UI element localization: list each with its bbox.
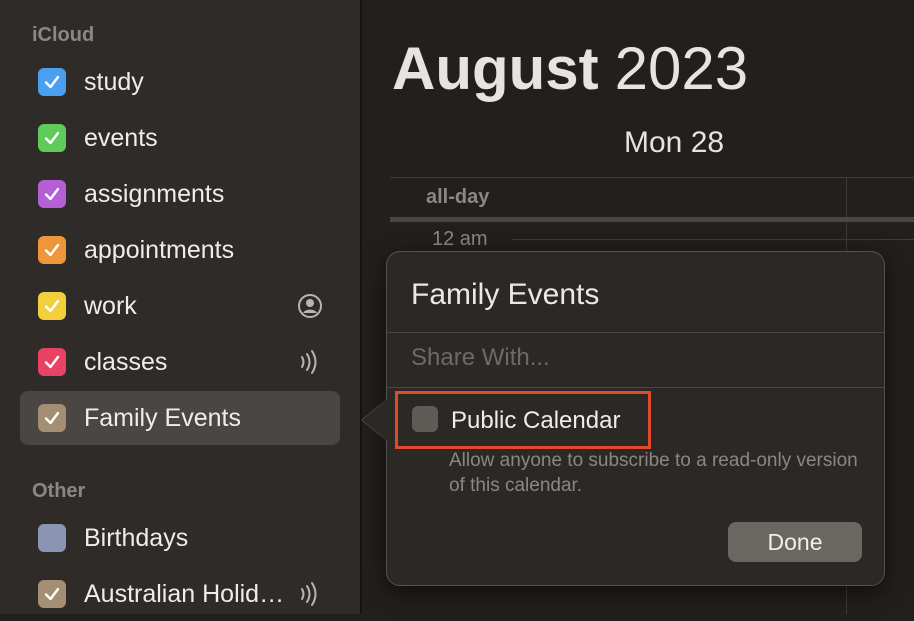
- sidebar-item-work[interactable]: work: [20, 279, 340, 333]
- broadcast-icon[interactable]: [296, 348, 324, 376]
- sidebar-item-events[interactable]: events: [20, 111, 340, 165]
- checkmark-icon: [44, 75, 60, 89]
- checkbox-birthdays[interactable]: [38, 524, 66, 552]
- public-calendar-description: Allow anyone to subscribe to a read-only…: [449, 450, 858, 496]
- checkmark-icon: [44, 411, 60, 425]
- checkbox-australian-holidays[interactable]: [38, 580, 66, 608]
- popover-arrow: [362, 400, 387, 440]
- allday-label: all-day: [426, 186, 490, 208]
- share-with-input[interactable]: [411, 344, 851, 372]
- sidebar-item-label: study: [84, 67, 144, 96]
- checkbox-study[interactable]: [38, 68, 66, 96]
- month-title: August 2023: [392, 34, 748, 103]
- share-popover: Family Events Public Calendar Allow anyo…: [386, 251, 885, 586]
- popover-title: Family Events: [411, 278, 600, 311]
- section-header-other: Other: [32, 480, 86, 502]
- divider: [387, 332, 884, 333]
- sidebar-item-classes[interactable]: classes: [20, 335, 340, 389]
- day-header[interactable]: Mon 28: [624, 126, 724, 160]
- checkbox-classes[interactable]: [38, 348, 66, 376]
- checkmark-icon: [44, 131, 60, 145]
- sidebar-item-label: Australian Holid…: [84, 579, 285, 608]
- sidebar-item-birthdays[interactable]: Birthdays: [20, 511, 340, 565]
- checkmark-icon: [44, 587, 60, 601]
- checkbox-appointments[interactable]: [38, 236, 66, 264]
- divider: [387, 387, 884, 388]
- sidebar-item-label: Birthdays: [84, 523, 189, 552]
- section-header-icloud: iCloud: [32, 24, 95, 46]
- hour-label: 12 am: [432, 228, 488, 250]
- checkmark-icon: [44, 299, 60, 313]
- allday-divider[interactable]: [390, 217, 914, 222]
- person-circle-icon[interactable]: [296, 292, 324, 320]
- sidebar-item-assignments[interactable]: assignments: [20, 167, 340, 221]
- checkbox-work[interactable]: [38, 292, 66, 320]
- checkbox-events[interactable]: [38, 124, 66, 152]
- sidebar-item-label: classes: [84, 347, 168, 376]
- checkmark-icon: [44, 355, 60, 369]
- checkbox-family-events[interactable]: [38, 404, 66, 432]
- checkbox-assignments[interactable]: [38, 180, 66, 208]
- sidebar-item-label: events: [84, 123, 158, 152]
- sidebar: iCloud study events assignments appointm…: [0, 0, 360, 614]
- checkmark-icon: [44, 243, 60, 257]
- broadcast-icon[interactable]: [296, 580, 324, 608]
- checkmark-icon: [44, 187, 60, 201]
- sidebar-item-label: appointments: [84, 235, 235, 264]
- sidebar-item-family-events[interactable]: Family Events: [20, 391, 340, 445]
- sidebar-item-appointments[interactable]: appointments: [20, 223, 340, 277]
- sidebar-item-study[interactable]: study: [20, 55, 340, 109]
- done-button[interactable]: Done: [728, 522, 862, 562]
- hour-line: [512, 239, 914, 240]
- month-label: August: [392, 35, 599, 102]
- sidebar-item-australian-holidays[interactable]: Australian Holid…: [20, 567, 340, 621]
- sidebar-item-label: assignments: [84, 179, 225, 208]
- sidebar-item-label: Family Events: [84, 403, 241, 432]
- year-label: 2023: [614, 35, 749, 102]
- grid-line: [390, 177, 914, 178]
- public-calendar-checkbox[interactable]: [412, 406, 438, 432]
- public-calendar-label[interactable]: Public Calendar: [451, 407, 620, 435]
- sidebar-item-label: work: [84, 291, 137, 320]
